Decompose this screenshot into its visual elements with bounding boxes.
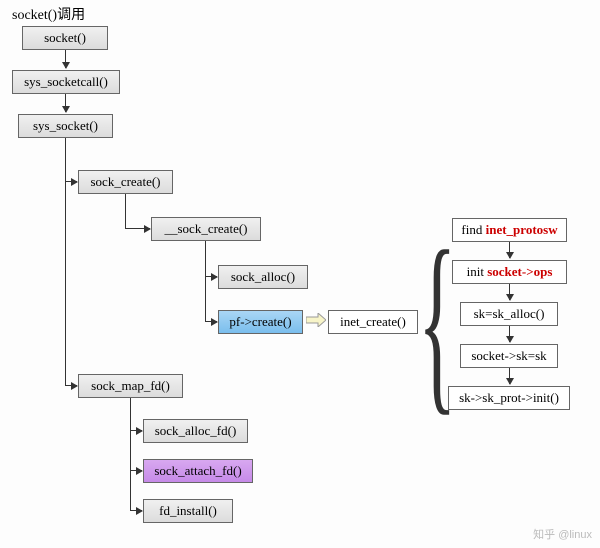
node-find-inet-protosw: find inet_protosw	[452, 218, 567, 242]
text-prefix: init	[467, 264, 488, 279]
arrow	[509, 368, 510, 384]
arrow	[65, 50, 66, 68]
connector	[205, 241, 206, 276]
connector	[130, 430, 142, 431]
arrow	[509, 326, 510, 342]
connector	[130, 470, 142, 471]
connector	[205, 321, 217, 322]
connector	[205, 276, 217, 277]
arrow	[509, 284, 510, 300]
node-socket-sk-sk: socket->sk=sk	[460, 344, 558, 368]
node-sys-socket: sys_socket()	[18, 114, 113, 138]
node-sock-alloc: sock_alloc()	[218, 265, 308, 289]
arrow	[509, 242, 510, 258]
node-socket: socket()	[22, 26, 108, 50]
connector	[130, 510, 142, 511]
node-sock-create-internal: __sock_create()	[151, 217, 261, 241]
page-title: socket()调用	[12, 4, 85, 24]
text-red: inet_protosw	[486, 222, 558, 237]
watermark: 知乎 @linux	[533, 526, 592, 542]
connector	[130, 430, 131, 470]
node-sk-sk-prot-init: sk->sk_prot->init()	[448, 386, 570, 410]
node-pf-create: pf->create()	[218, 310, 303, 334]
node-sk-sk-alloc: sk=sk_alloc()	[460, 302, 558, 326]
connector	[65, 181, 77, 182]
connector	[65, 138, 66, 181]
node-sock-create: sock_create()	[78, 170, 173, 194]
text-prefix: find	[461, 222, 485, 237]
text-red: socket->ops	[487, 264, 552, 279]
connector	[125, 228, 150, 229]
connector	[125, 194, 126, 228]
node-sock-alloc-fd: sock_alloc_fd()	[143, 419, 248, 443]
connector	[65, 181, 66, 385]
node-init-socket-ops: init socket->ops	[452, 260, 567, 284]
connector	[65, 385, 77, 386]
node-sock-map-fd: sock_map_fd()	[78, 374, 183, 398]
node-sys-socketcall: sys_socketcall()	[12, 70, 120, 94]
arrow	[65, 94, 66, 112]
node-fd-install: fd_install()	[143, 499, 233, 523]
node-inet-create: inet_create()	[328, 310, 418, 334]
big-arrow-icon	[306, 313, 326, 327]
node-sock-attach-fd: sock_attach_fd()	[143, 459, 253, 483]
connector	[130, 398, 131, 430]
connector	[130, 470, 131, 510]
connector	[205, 276, 206, 321]
